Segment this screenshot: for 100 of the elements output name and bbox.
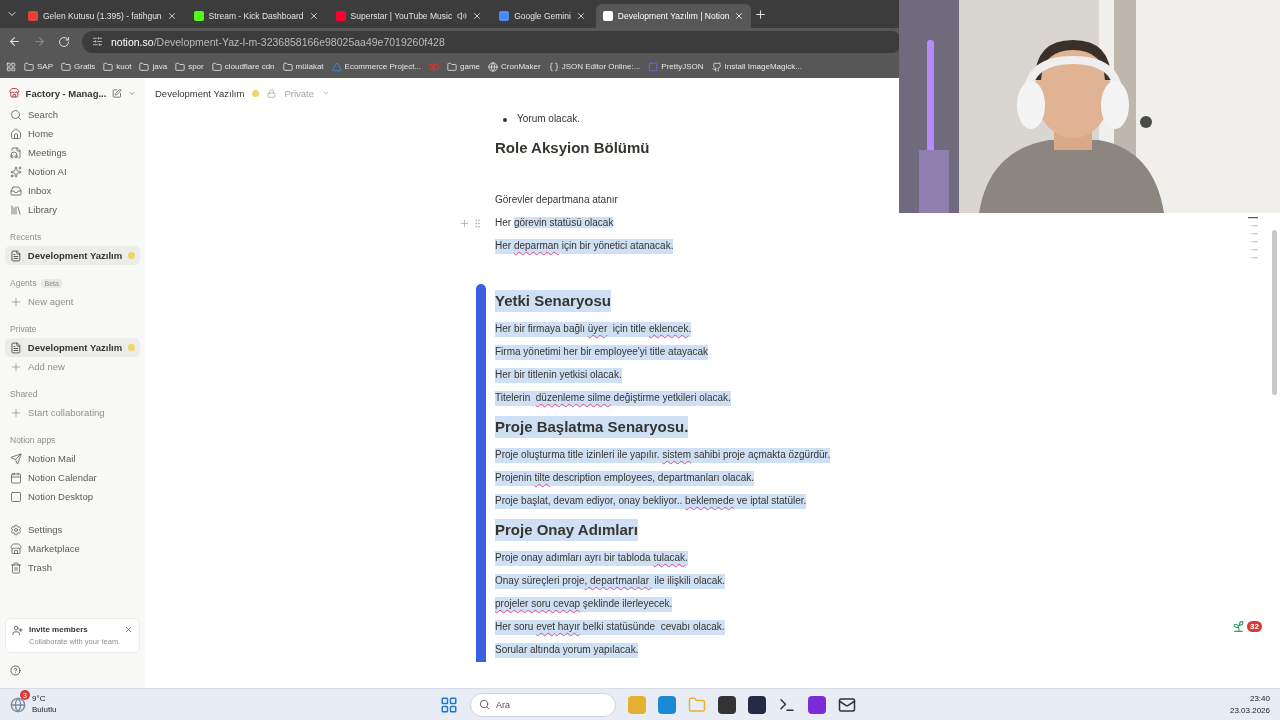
triangle-icon bbox=[331, 61, 342, 72]
plus-icon bbox=[10, 295, 22, 308]
close-icon[interactable] bbox=[124, 625, 133, 634]
user-plus-icon bbox=[12, 625, 23, 636]
trash-icon bbox=[10, 561, 22, 574]
paragraph: Firma yönetimi her bir employee'yi title atayacak bbox=[495, 345, 709, 360]
bookmark[interactable]: JSON Editor Online:... bbox=[548, 61, 641, 72]
browser-tab[interactable]: Stream - Kick Dashboard bbox=[186, 4, 326, 28]
sidebar-item[interactable]: Home bbox=[5, 124, 140, 143]
taskbar-search[interactable]: Ara bbox=[470, 692, 616, 717]
folder-icon bbox=[447, 61, 458, 72]
drag-handle-icon[interactable] bbox=[472, 218, 483, 229]
back-icon[interactable] bbox=[8, 35, 21, 48]
folder-icon bbox=[175, 61, 186, 72]
browser-tab[interactable]: Gelen Kutusu (1.395) - fatihgun bbox=[21, 4, 184, 28]
sidebar-item[interactable]: Settings bbox=[5, 520, 140, 539]
bookmark[interactable]: java bbox=[139, 61, 168, 72]
paragraph: Titelerin düzenleme silme değiştirme yetkileri olacak. bbox=[495, 391, 731, 406]
sidebar-item[interactable]: Search bbox=[5, 105, 140, 124]
bookmark[interactable]: Ecommerce Project... bbox=[331, 61, 422, 72]
paragraph: Onay süreçleri proje, departmanlar ile ilişkili olacak. bbox=[495, 574, 726, 589]
sidebar-item[interactable]: Inbox bbox=[5, 181, 140, 200]
favicon-icon bbox=[335, 11, 346, 21]
bookmark[interactable]: cloudflare cdn bbox=[211, 61, 275, 72]
heading: Role Aksyion Bölümü bbox=[495, 138, 650, 159]
plus-icon bbox=[10, 406, 22, 419]
sidebar-item[interactable]: Development Yazılım bbox=[5, 246, 140, 265]
help-icon[interactable] bbox=[10, 665, 21, 676]
app-icon[interactable] bbox=[718, 695, 736, 714]
square-icon bbox=[10, 490, 22, 503]
bookmark[interactable]: CronMaker bbox=[488, 61, 541, 72]
sidebar-item[interactable]: Library bbox=[5, 200, 140, 219]
browser-tab[interactable]: Development Yazılım | Notion bbox=[595, 4, 752, 28]
bookmark[interactable]: Gratis bbox=[61, 61, 96, 72]
paragraph: Yorum olacak. bbox=[517, 112, 580, 127]
new-tab-icon[interactable] bbox=[754, 7, 768, 21]
site-settings-icon[interactable] bbox=[92, 36, 103, 47]
paragraph: Her soru evet hayır belki statüsünde cevabı olacak. bbox=[495, 620, 725, 635]
page-icon bbox=[10, 249, 22, 262]
sidebar-item[interactable]: Development Yazılım bbox=[5, 338, 140, 357]
app-icon[interactable] bbox=[748, 695, 766, 714]
sidebar-item[interactable]: Trash bbox=[5, 558, 140, 577]
sidebar-item[interactable]: Notion Calendar bbox=[5, 468, 140, 487]
mail-icon[interactable] bbox=[838, 695, 856, 714]
bookmark[interactable]: spor bbox=[175, 61, 204, 72]
sparkle-icon bbox=[10, 165, 22, 178]
bookmark[interactable]: mülakat bbox=[282, 61, 324, 72]
heading: Proje Başlatma Senaryosu. bbox=[495, 416, 689, 438]
apps-icon[interactable] bbox=[6, 61, 16, 72]
sidebar-item[interactable]: Notion AI bbox=[5, 162, 140, 181]
paragraph: Her deparman için bir yönetici atanacak. bbox=[495, 239, 674, 254]
workspace-name[interactable]: Factory - Manag... bbox=[25, 87, 107, 99]
favicon-icon bbox=[193, 11, 204, 21]
paragraph: Her görevin statüsü olacak bbox=[495, 216, 614, 231]
new-page-icon[interactable] bbox=[112, 87, 123, 99]
close-icon[interactable] bbox=[575, 11, 586, 21]
paragraph: Her bir titlenin yetkisi olacak. bbox=[495, 368, 622, 383]
folder-icon bbox=[103, 61, 114, 72]
reload-icon[interactable] bbox=[58, 35, 70, 48]
bookmark[interactable]: SAP bbox=[24, 61, 53, 72]
bookmark[interactable]: Install ImageMagick... bbox=[711, 61, 802, 72]
clock-date: 23.03.2026 bbox=[1229, 704, 1270, 716]
section-heading: Agents bbox=[10, 278, 37, 288]
close-icon[interactable] bbox=[308, 11, 319, 21]
paragraph: Proje başlat, devam ediyor, onay bekliyor.. beklemede ve iptal statüler. bbox=[495, 494, 807, 509]
paragraph: Proje onay adımları ayrı bir tabloda tulacak. bbox=[495, 551, 688, 566]
page-icon bbox=[10, 341, 22, 354]
sidebar-item[interactable]: Notion Mail bbox=[5, 449, 140, 468]
close-icon[interactable] bbox=[166, 11, 177, 21]
scrollbar[interactable] bbox=[1272, 230, 1277, 395]
browser-tab[interactable]: Superstar | YouTube Music bbox=[328, 4, 490, 28]
github-icon bbox=[711, 61, 722, 72]
section-heading: Private bbox=[10, 324, 37, 334]
braces-icon bbox=[548, 61, 559, 72]
favicon-icon bbox=[602, 11, 613, 21]
breadcrumb[interactable]: Development Yazılım bbox=[155, 87, 245, 99]
address-bar[interactable]: notion.so/Development-Yaz-l-m-3236858166e98025aa49e7019260f428 bbox=[82, 30, 902, 53]
play-icon bbox=[429, 61, 440, 72]
folder-icon bbox=[211, 61, 222, 72]
settings-icon bbox=[10, 523, 22, 536]
browser-tab[interactable]: Google Gemini bbox=[492, 4, 593, 28]
sidebar-item[interactable]: Meetings bbox=[5, 143, 140, 162]
home-icon bbox=[10, 127, 22, 140]
sidebar-item[interactable]: Notion Desktop bbox=[5, 487, 140, 506]
outline-icon[interactable] bbox=[1248, 217, 1258, 261]
heading: Yetki Senaryosu bbox=[495, 290, 611, 312]
clock-time: 23:40 bbox=[1248, 693, 1270, 705]
store-icon bbox=[10, 542, 22, 555]
lock-icon bbox=[267, 88, 277, 98]
bullet-icon bbox=[503, 117, 507, 122]
plus-icon bbox=[10, 360, 22, 373]
bookmark[interactable]: game bbox=[447, 61, 481, 72]
paragraph: Her bir firmaya bağlı üyer için title eklencek. bbox=[495, 322, 692, 337]
close-icon[interactable] bbox=[472, 11, 483, 21]
sidebar-item[interactable]: Marketplace bbox=[5, 539, 140, 558]
bookmark[interactable]: kuot bbox=[103, 61, 132, 72]
bookmark[interactable]: PrettyJSON bbox=[648, 61, 704, 72]
windows-logo-icon[interactable] bbox=[440, 695, 458, 714]
close-icon[interactable] bbox=[734, 11, 745, 21]
notification-count: 32 bbox=[1247, 621, 1262, 632]
